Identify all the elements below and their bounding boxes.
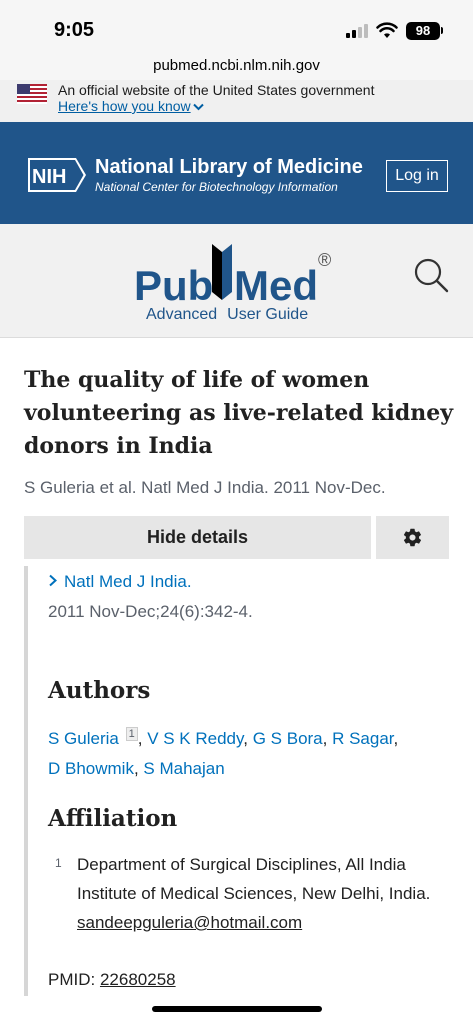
signal-icon [346, 24, 368, 38]
gov-link-label[interactable]: Here's how you know [58, 98, 191, 114]
affiliation-body: Department of Surgical Disciplines, All … [77, 855, 431, 903]
author-link[interactable]: D Bhowmik [48, 759, 134, 778]
search-icon[interactable] [412, 256, 450, 294]
pmid-value[interactable]: 22680258 [100, 970, 176, 989]
author-link[interactable]: S Mahajan [143, 759, 224, 778]
pubmed-logo-left: Pub [134, 262, 213, 309]
journal-date: 2011 Nov-Dec;24(6):342-4. [48, 602, 253, 621]
journal-name[interactable]: Natl Med J India. [64, 572, 192, 591]
authors-heading: Authors [48, 677, 151, 704]
affiliation-marker[interactable]: 1 [125, 727, 138, 742]
affiliation-text: Department of Surgical Disciplines, All … [77, 850, 452, 937]
pubmed-nav: Advanced User Guide [146, 306, 318, 324]
login-button[interactable]: Log in [386, 160, 448, 192]
url-bar[interactable]: pubmed.ncbi.nlm.nih.gov [0, 56, 473, 80]
chevron-right-icon[interactable] [48, 572, 58, 592]
nih-logo-text: NIH [32, 166, 66, 188]
status-time: 9:05 [54, 19, 95, 41]
affiliation-number: 1 [55, 856, 62, 870]
user-guide-link[interactable]: User Guide [227, 306, 308, 323]
heres-how-you-know-link[interactable]: Here's how you know [58, 98, 204, 114]
authors-list: S Guleria 1, V S K Reddy, G S Bora, R Sa… [48, 727, 399, 778]
author-link[interactable]: G S Bora [253, 729, 323, 748]
pubmed-header: Pub Med ® Advanced User Guide [0, 224, 473, 338]
advanced-link[interactable]: Advanced [146, 306, 217, 323]
pubmed-logo-right: Med [234, 262, 318, 309]
wifi-icon [376, 22, 398, 38]
registered-mark: ® [318, 250, 331, 270]
hide-details-button[interactable]: Hide details [24, 516, 371, 559]
home-indicator[interactable] [152, 1006, 322, 1012]
gear-icon[interactable] [402, 527, 423, 548]
display-options-button[interactable] [376, 516, 449, 559]
author-link[interactable]: R Sagar [332, 729, 393, 748]
nlm-title[interactable]: National Library of Medicine [95, 156, 363, 179]
nih-logo[interactable]: NIH [26, 156, 88, 194]
details-toolbar: Hide details [24, 516, 449, 559]
nih-header: NIH National Library of Medicine Nationa… [0, 122, 473, 224]
affiliation-heading: Affiliation [48, 805, 178, 832]
journal-link[interactable]: Natl Med J India. [48, 572, 192, 592]
status-bar: 9:05 98 [0, 0, 473, 56]
author-link[interactable]: S Guleria [48, 729, 119, 748]
pubmed-logo[interactable]: Pub Med ® [134, 238, 340, 310]
details-sidebar-rule [24, 566, 28, 996]
pmid-label: PMID: [48, 970, 96, 989]
citation-line: S Guleria et al. Natl Med J India. 2011 … [24, 478, 386, 497]
battery-tip [441, 27, 443, 34]
gov-banner-text: An official website of the United States… [58, 82, 375, 98]
battery-icon: 98 [406, 22, 440, 40]
chevron-down-icon[interactable] [192, 100, 204, 114]
us-flag-icon [17, 84, 47, 104]
gov-banner: An official website of the United States… [0, 80, 473, 122]
pmid-row: PMID: 22680258 [48, 970, 176, 990]
nlm-subtitle: National Center for Biotechnology Inform… [95, 180, 338, 194]
author-link[interactable]: V S K Reddy [147, 729, 243, 748]
article-title: The quality of life of women volunteerin… [24, 367, 454, 459]
affiliation-email[interactable]: sandeepguleria@hotmail.com [77, 913, 302, 932]
